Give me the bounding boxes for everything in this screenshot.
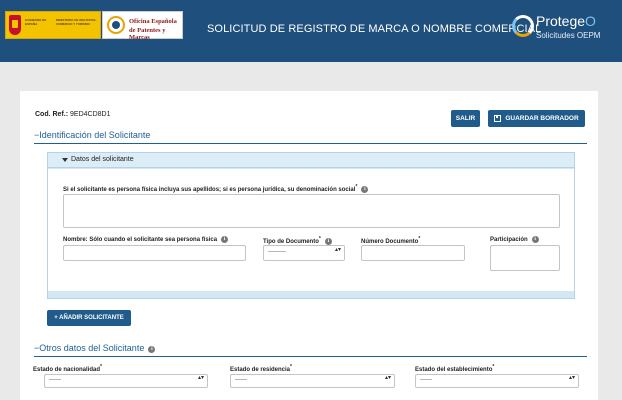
coat-of-arms-icon	[9, 15, 21, 35]
datos-solicitante-panel: Datos del solicitante Si el solicitante …	[47, 152, 575, 299]
reference-code: Cod. Ref.: 9ED4CD8D1	[35, 111, 111, 118]
establecimiento-select[interactable]: ------ ▴▾	[415, 374, 579, 388]
government-logo: GOBIERNO DE ESPAÑA MINISTERIO DE INDUSTR…	[5, 11, 101, 39]
denominacion-label: Si el solicitante es persona física incl…	[63, 184, 369, 193]
numero-documento-input[interactable]	[361, 245, 465, 261]
protegeo-subtitle: Solicitudes OEPM	[536, 31, 601, 40]
establecimiento-label: Estado del establecimiento*	[415, 364, 495, 373]
select-arrows-icon: ▴▾	[569, 375, 576, 381]
oepm-logo-line1: Oficina Española	[129, 18, 177, 25]
salir-button[interactable]: SALIR	[451, 110, 480, 127]
info-icon[interactable]: i	[221, 236, 229, 243]
nacionalidad-label: Estado de nacionalidad*	[33, 364, 102, 373]
select-arrows-icon: ▴▾	[335, 247, 342, 253]
oepm-emblem-icon	[107, 16, 125, 34]
oepm-logo: Oficina Española de Patentes y Marcas	[102, 11, 183, 41]
save-icon	[494, 115, 502, 122]
government-logo-text: GOBIERNO DE ESPAÑA	[25, 18, 47, 26]
caret-down-icon[interactable]	[62, 158, 68, 162]
denominacion-textarea[interactable]	[63, 194, 560, 228]
nombre-label: Nombre: Sólo cuando el solicitante sea p…	[63, 236, 229, 243]
ministry-logo-text: MINISTERIO DE INDUSTRIA, COMERCIO Y TURI…	[56, 18, 97, 26]
tipo-documento-label: Tipo de Documento* i	[263, 236, 332, 245]
guardar-borrador-button[interactable]: GUARDAR BORRADOR	[488, 110, 585, 127]
section-divider	[34, 356, 587, 357]
section-identificacion-title[interactable]: −Identificación del Solicitante	[34, 130, 150, 140]
panel-title: Datos del solicitante	[71, 156, 134, 163]
panel-body: Si el solicitante es persona física incl…	[48, 169, 574, 291]
form-card: Cod. Ref.: 9ED4CD8D1 SALIR GUARDAR BORRA…	[20, 91, 598, 400]
nacionalidad-select[interactable]: ------ ▴▾	[44, 374, 208, 388]
protegeo-swirl-icon	[512, 15, 534, 37]
select-arrows-icon: ▴▾	[198, 375, 205, 381]
nombre-input[interactable]	[63, 245, 246, 261]
participacion-input[interactable]	[490, 245, 560, 271]
panel-header[interactable]: Datos del solicitante	[48, 153, 574, 168]
residencia-select[interactable]: ------ ▴▾	[230, 374, 395, 388]
page-title: SOLICITUD DE REGISTRO DE MARCA O NOMBRE …	[207, 23, 542, 35]
reference-code-value: 9ED4CD8D1	[70, 111, 111, 118]
add-solicitante-button[interactable]: + AÑADIR SOLICITANTE	[47, 310, 131, 326]
info-icon[interactable]: i	[361, 186, 369, 193]
protegeo-logo: ProtegeO Solicitudes OEPM	[509, 11, 619, 47]
residencia-label: Estado de residencia*	[230, 364, 292, 373]
oepm-logo-line2: de Patentes y Marcas	[129, 27, 166, 41]
info-icon[interactable]: i	[531, 236, 539, 243]
info-icon[interactable]: i	[324, 238, 332, 245]
app-header: GOBIERNO DE ESPAÑA MINISTERIO DE INDUSTR…	[0, 0, 622, 62]
tipo-documento-select[interactable]: --------- ▴▾	[263, 245, 345, 261]
numero-documento-label: Número Documento*	[361, 236, 421, 245]
participacion-label: Participación i	[490, 236, 539, 243]
protegeo-name: ProtegeO	[536, 13, 596, 29]
info-icon[interactable]: i	[148, 346, 156, 353]
section-divider	[34, 143, 587, 144]
section-otros-datos-title[interactable]: −Otros datos del Solicitante i	[34, 343, 156, 353]
select-arrows-icon: ▴▾	[385, 375, 392, 381]
